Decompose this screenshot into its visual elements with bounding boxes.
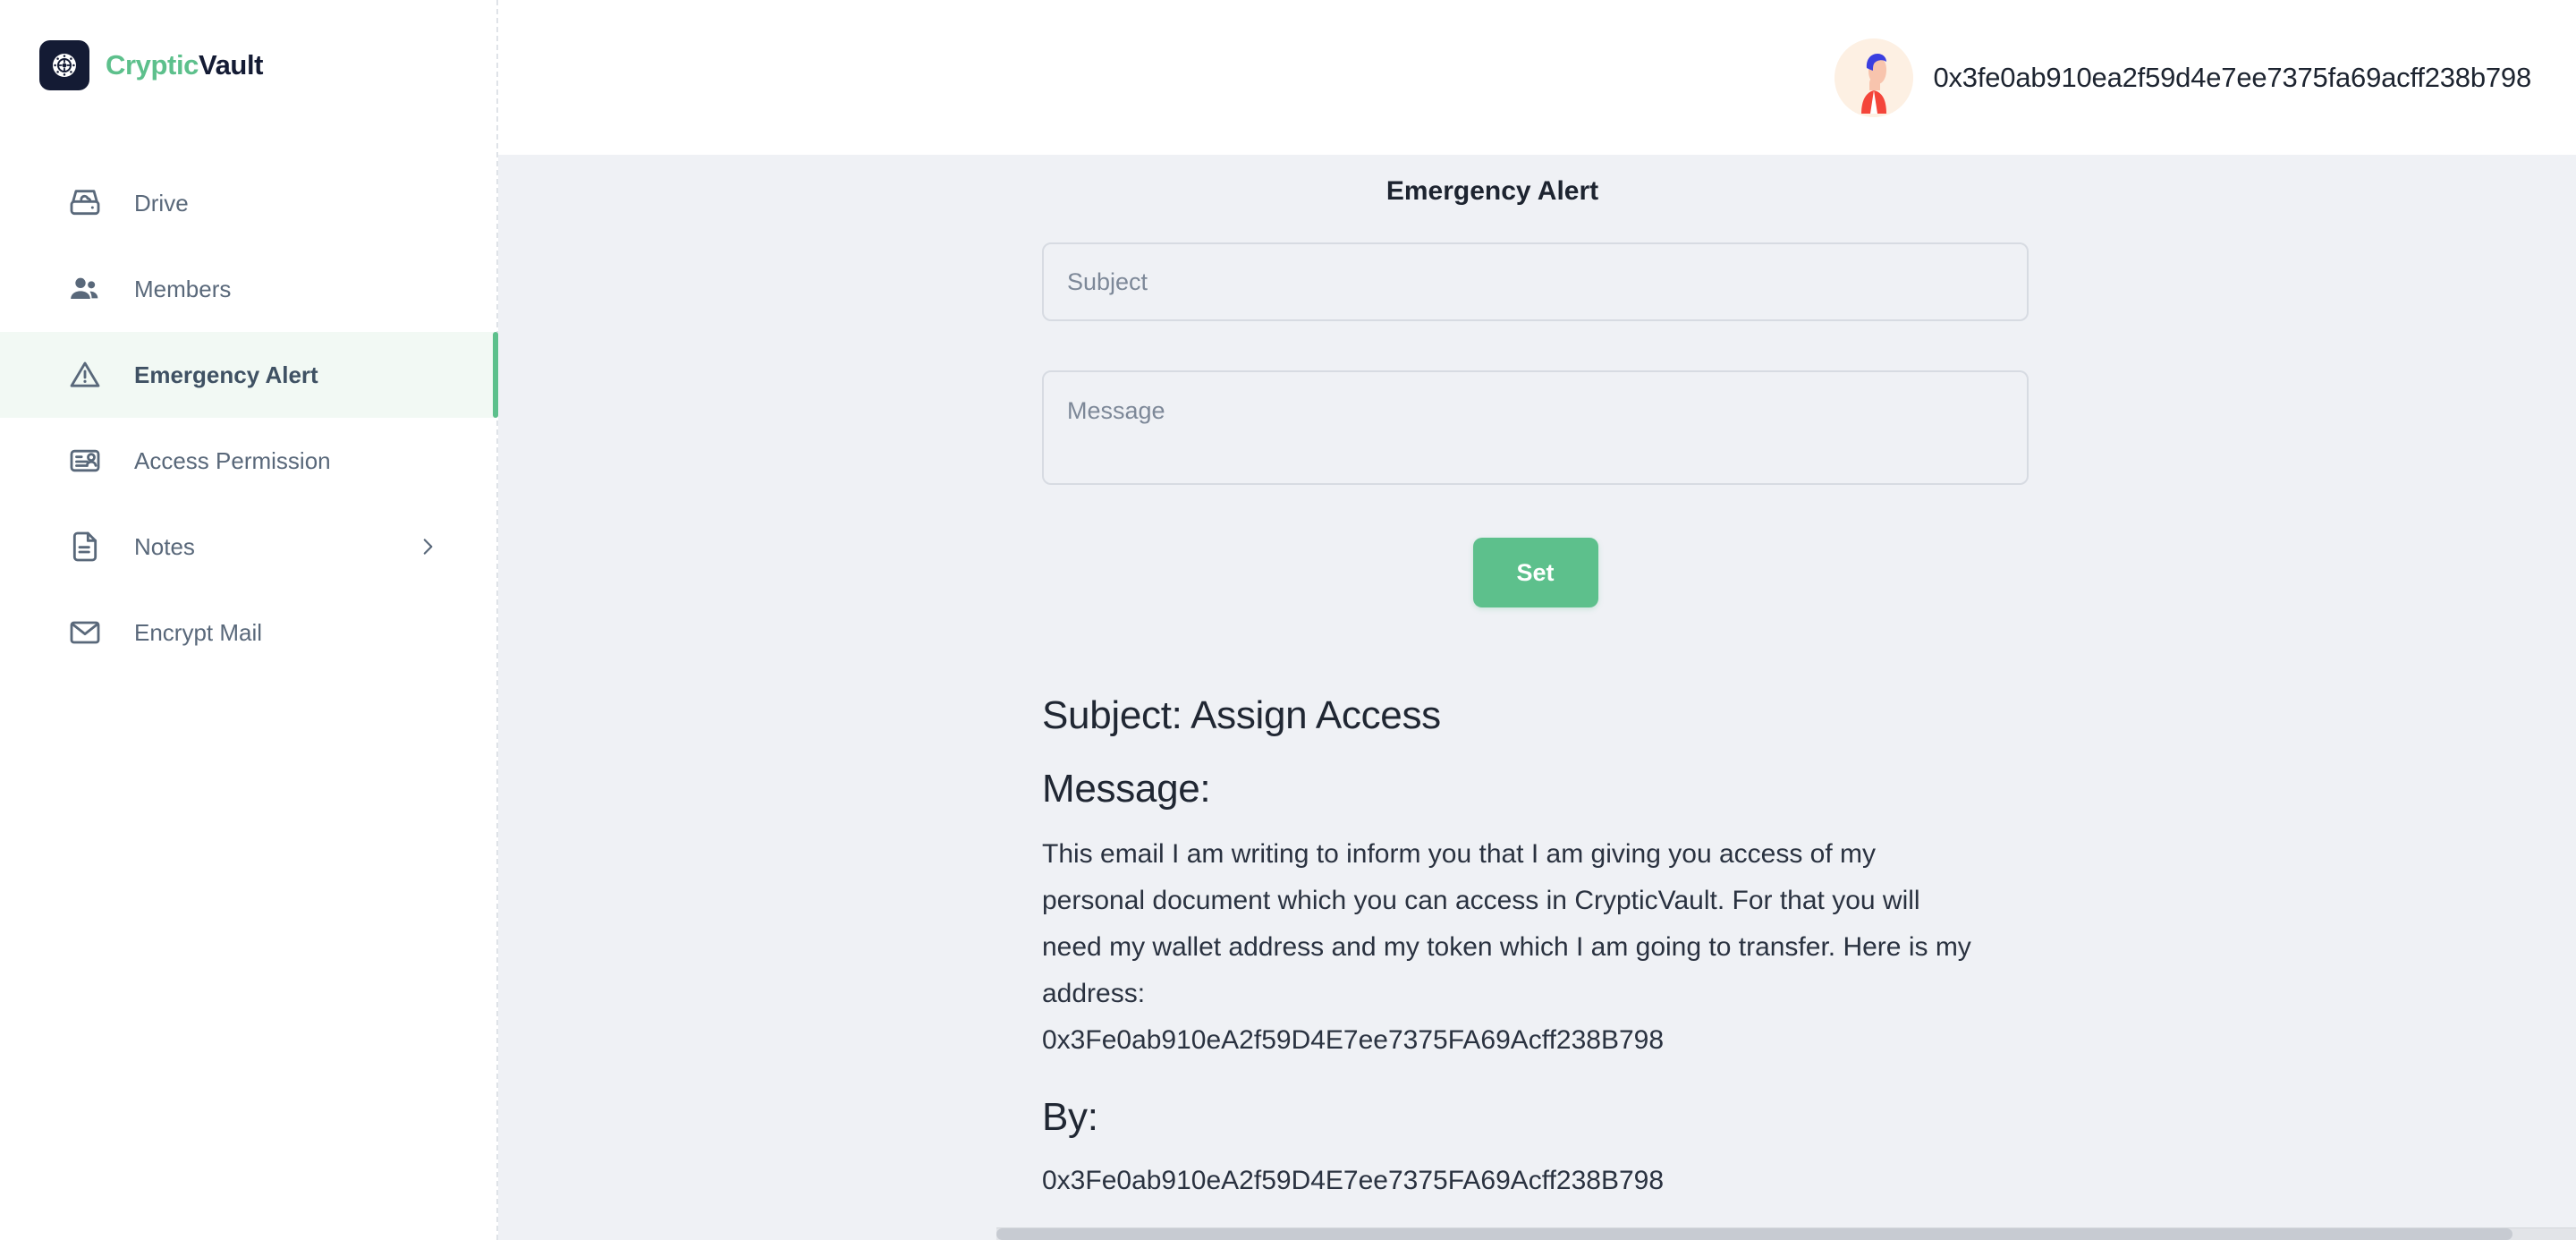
sidebar-nav: Drive Members Emergency Alert Access Per…	[0, 160, 498, 675]
preview-message-body: This email I am writing to inform you th…	[1042, 839, 1971, 1008]
preview-message-label: Message:	[1042, 767, 1211, 811]
sidebar-item-label: Notes	[134, 532, 195, 560]
document-lines-icon	[64, 526, 106, 567]
preview-by-address: 0x3Fe0ab910eA2f59D4E7ee7375FA69Acff238B7…	[1042, 1166, 1665, 1196]
sidebar-item-notes[interactable]: Notes	[0, 504, 496, 590]
envelope-icon	[64, 612, 106, 653]
brand-name-secondary: Vault	[199, 48, 264, 81]
sidebar-item-label: Emergency Alert	[134, 361, 318, 388]
warning-triangle-icon	[64, 354, 106, 395]
brand-name-primary: Cryptic	[106, 48, 199, 81]
sidebar-item-drive[interactable]: Drive	[0, 160, 496, 246]
sidebar-item-label: Members	[134, 275, 232, 302]
sidebar-item-encrypt-mail[interactable]: Encrypt Mail	[0, 590, 496, 675]
preview-message-address: 0x3Fe0ab910eA2f59D4E7ee7375FA69Acff238B7…	[1042, 1024, 1665, 1055]
hard-drive-cloud-icon	[64, 183, 106, 224]
sidebar-item-emergency-alert[interactable]: Emergency Alert	[0, 332, 498, 418]
main-content: 0x3fe0ab910ea2f59d4e7ee7375fa69acff238b7…	[498, 0, 2576, 1240]
preview-subject: Subject: Assign Access	[1042, 693, 1441, 737]
top-bar: 0x3fe0ab910ea2f59d4e7ee7375fa69acff238b7…	[498, 0, 2576, 155]
app-root: CrypticVault Drive Members Emergency Ale…	[0, 0, 2576, 1240]
alert-preview: Subject: Assign Access Message: This ema…	[1042, 607, 2029, 1204]
scrollbar-thumb[interactable]	[996, 1228, 2513, 1240]
brand-logo[interactable]: CrypticVault	[0, 0, 496, 90]
sidebar: CrypticVault Drive Members Emergency Ale…	[0, 0, 498, 1240]
sidebar-item-access-permission[interactable]: Access Permission	[0, 418, 496, 504]
emergency-alert-form: Set	[1042, 242, 2029, 607]
page-body: Emergency Alert Set Subject: Assign Acce…	[498, 155, 2576, 1204]
sidebar-item-members[interactable]: Members	[0, 246, 496, 332]
set-button[interactable]: Set	[1472, 538, 1598, 607]
message-input[interactable]	[1042, 370, 2029, 485]
sidebar-item-label: Access Permission	[134, 446, 331, 474]
id-card-person-icon	[64, 440, 106, 481]
subject-input[interactable]	[1042, 242, 2029, 321]
people-icon	[64, 268, 106, 310]
brand-wordmark: CrypticVault	[106, 48, 264, 81]
preview-by-label: By:	[1042, 1095, 1098, 1140]
sidebar-item-label: Drive	[134, 189, 189, 217]
vault-dial-icon	[39, 39, 89, 90]
page-title: Emergency Alert	[1385, 176, 1599, 206]
sidebar-item-label: Encrypt Mail	[134, 618, 263, 646]
wallet-address: 0x3fe0ab910ea2f59d4e7ee7375fa69acff238b7…	[1933, 61, 2531, 93]
chevron-right-icon[interactable]	[416, 535, 439, 558]
horizontal-scrollbar[interactable]	[996, 1227, 2576, 1240]
user-avatar-illustration[interactable]	[1835, 38, 1914, 117]
